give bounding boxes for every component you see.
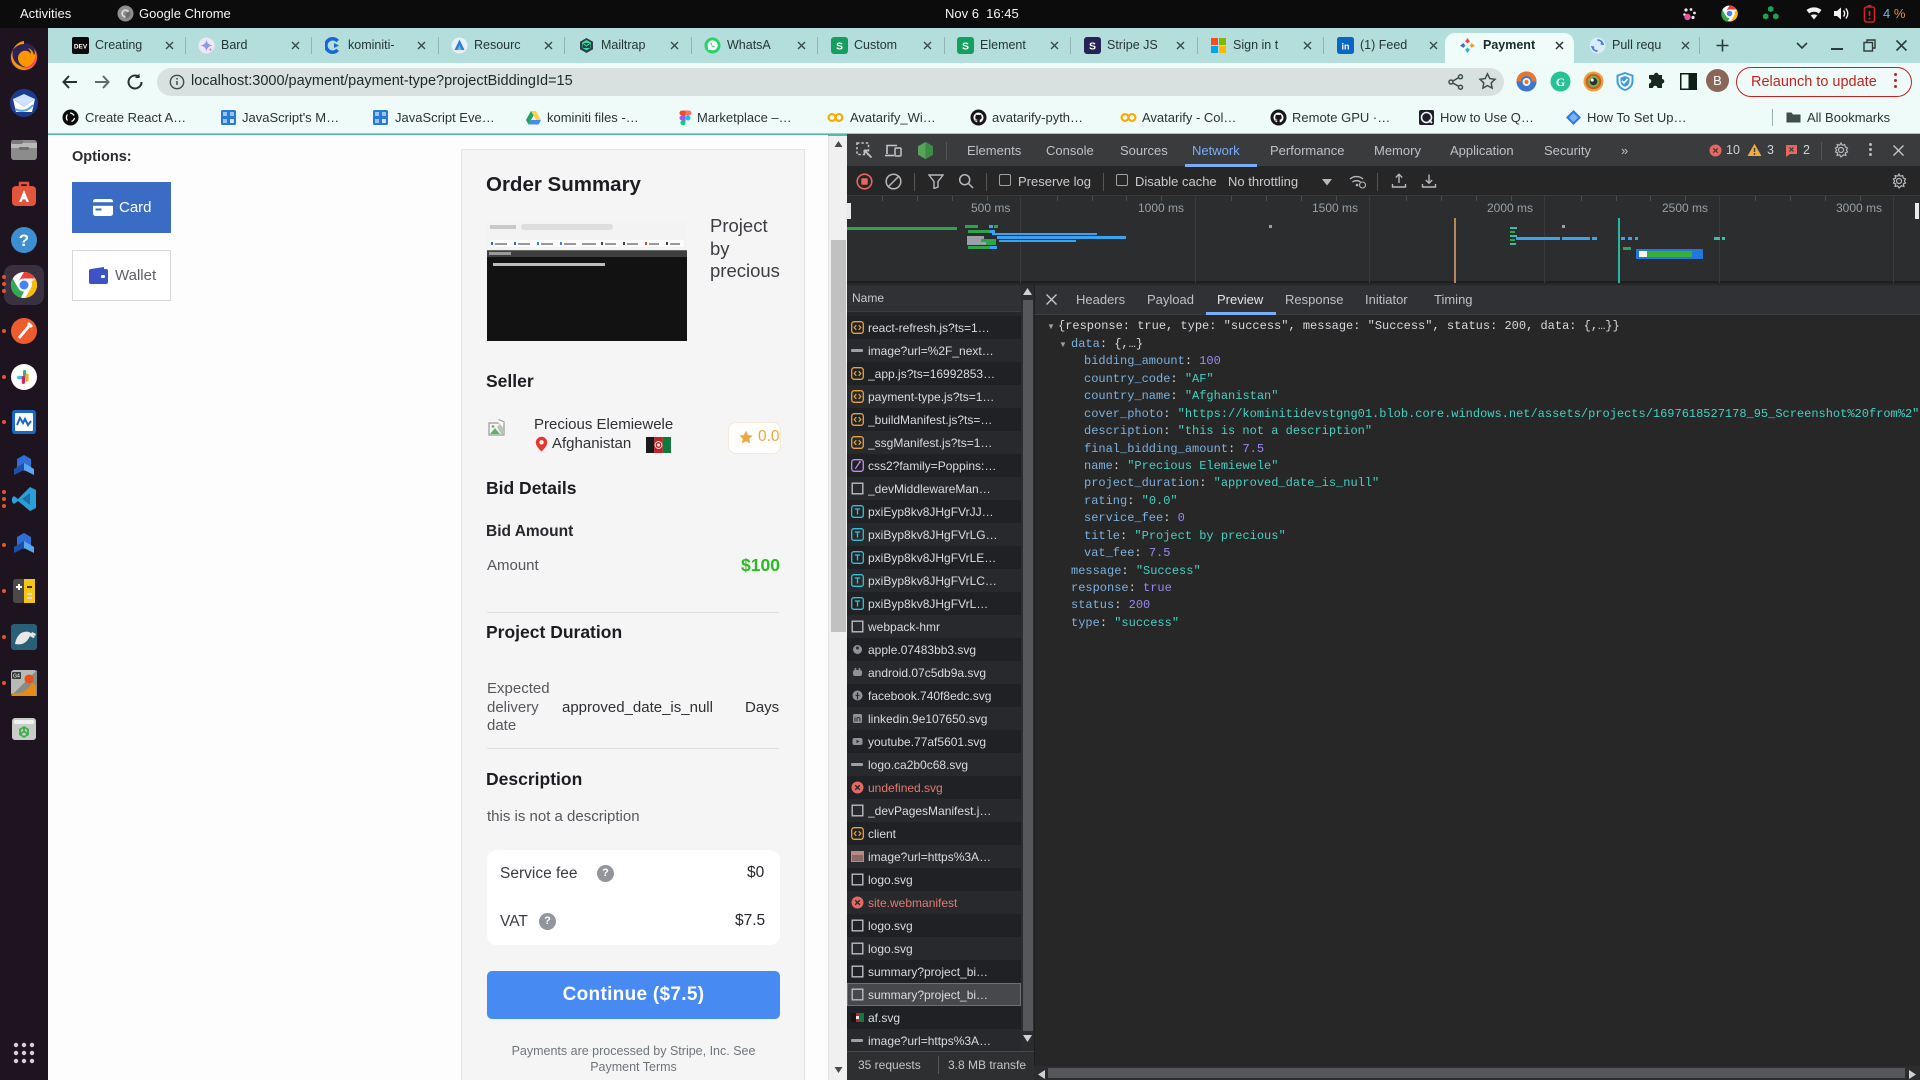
svg-text:G: G (1556, 75, 1565, 89)
svg-text:G4: G4 (13, 674, 20, 680)
svg-text:S: S (1089, 41, 1096, 53)
svg-text:DEV: DEV (74, 44, 88, 51)
svg-text:?: ? (19, 231, 29, 250)
svg-text:S: S (962, 41, 969, 53)
svg-text:S: S (836, 41, 843, 53)
svg-text:in: in (1342, 42, 1350, 52)
